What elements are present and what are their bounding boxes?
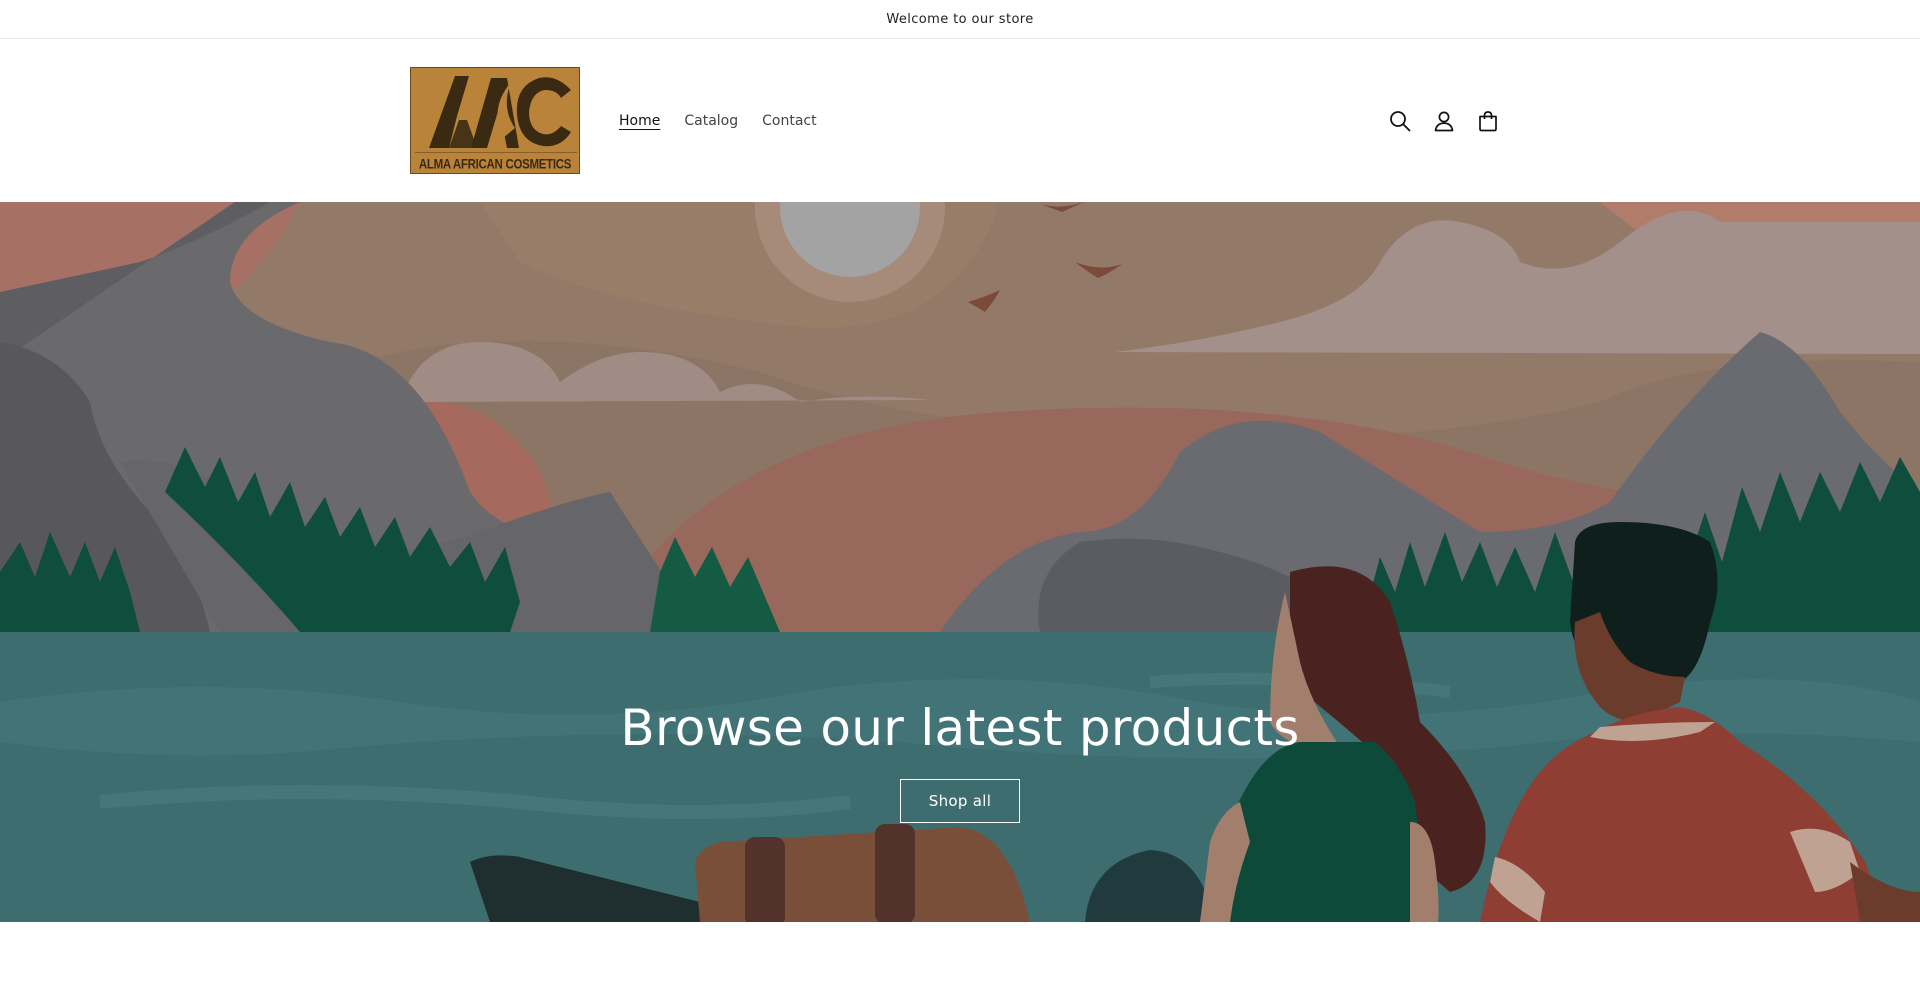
- site-header: ALMA AFRICAN COSMETICS Home Catalog Cont…: [0, 39, 1920, 203]
- account-icon[interactable]: [1431, 108, 1457, 134]
- announcement-text: Welcome to our store: [886, 11, 1034, 27]
- store-logo[interactable]: ALMA AFRICAN COSMETICS: [410, 67, 580, 174]
- hero-content: Browse our latest products Shop all: [0, 699, 1920, 823]
- hero-banner: Browse our latest products Shop all: [0, 202, 1920, 922]
- shop-all-button[interactable]: Shop all: [900, 779, 1020, 823]
- cart-icon[interactable]: [1475, 108, 1501, 134]
- hero-title: Browse our latest products: [620, 699, 1300, 757]
- nav-item-home[interactable]: Home: [619, 113, 660, 129]
- search-icon[interactable]: [1387, 108, 1413, 134]
- nav-item-catalog[interactable]: Catalog: [684, 113, 738, 129]
- logo-text: ALMA AFRICAN COSMETICS: [418, 157, 572, 173]
- nav-item-contact[interactable]: Contact: [762, 113, 816, 129]
- main-nav: Home Catalog Contact: [619, 39, 841, 202]
- header-icons: [1387, 39, 1501, 202]
- announcement-bar: Welcome to our store: [0, 0, 1920, 39]
